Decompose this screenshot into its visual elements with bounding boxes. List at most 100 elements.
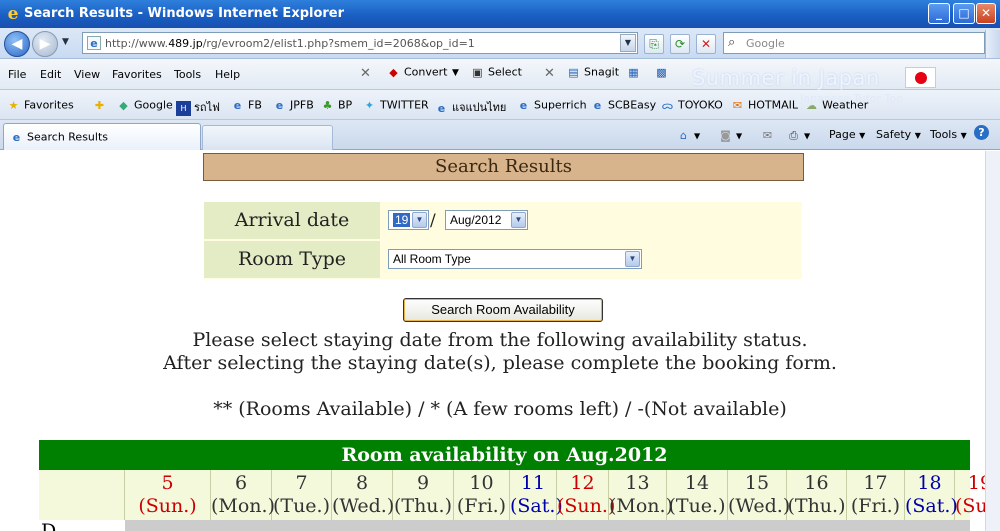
snagit-label: Snagit: [584, 65, 620, 79]
address-field[interactable]: e http://www.489.jp/rg/evroom2/elist1.ph…: [82, 32, 638, 54]
feeds-icon[interactable]: ◙ ▼: [718, 128, 742, 143]
calendar-day-number: 17: [863, 472, 888, 494]
window-title: Search Results - Windows Internet Explor…: [24, 6, 345, 21]
fav-label: แจแปนไทย: [452, 101, 507, 114]
fav-hotmail[interactable]: ✉ HOTMAIL: [730, 98, 798, 113]
refresh-icon[interactable]: ⟳: [670, 34, 690, 54]
calendar-day-of-week: (Wed.): [332, 495, 395, 517]
capture-icon[interactable]: ▦: [626, 65, 644, 80]
snagit-button[interactable]: ▤ Snagit: [566, 65, 619, 80]
menu-tools[interactable]: Tools: [174, 68, 201, 81]
print-icon[interactable]: ⎙ ▼: [786, 128, 810, 143]
instruction-line-1: Please select staying date from the foll…: [192, 329, 808, 351]
address-dropdown-icon[interactable]: ▼: [620, 34, 636, 52]
fav-google[interactable]: ◆ Google: [116, 98, 173, 113]
hotmail-icon: ✉: [732, 99, 743, 112]
minimize-button[interactable]: _: [928, 3, 950, 24]
fav-twitter[interactable]: ✦ TWITTER: [362, 98, 429, 113]
calendar-day-number: 8: [355, 472, 369, 494]
menu-favorites[interactable]: Favorites: [112, 68, 162, 81]
close-toolbar-icon[interactable]: ✕: [360, 66, 371, 81]
arrival-date-label: Arrival date: [204, 202, 380, 239]
calendar-day-of-week: (Tue.): [668, 495, 726, 517]
ie-page-icon: e: [275, 99, 284, 112]
calendar-day-of-week: (Thu.): [393, 495, 452, 517]
menu-help[interactable]: Help: [215, 68, 240, 81]
room-type-select[interactable]: All Room Type ▼: [388, 249, 642, 269]
add-favorite-icon[interactable]: ✚: [92, 98, 110, 113]
select-label: Select: [488, 65, 522, 79]
convert-dropdown-icon[interactable]: ▼: [452, 68, 459, 78]
select-button[interactable]: ▣ Select: [470, 65, 522, 80]
home-icon[interactable]: ⌂ ▼: [676, 128, 700, 143]
calendar-day-of-week: (Wed.): [728, 495, 791, 517]
chevron-down-icon: ▼: [412, 212, 427, 228]
tab-search-results[interactable]: e Search Results: [3, 123, 201, 150]
toyoko-icon: ᯅ: [661, 99, 674, 112]
pdf-convert-icon: ◆: [389, 66, 398, 79]
calendar-day-number: 18: [917, 472, 942, 494]
back-button[interactable]: ◀: [4, 31, 30, 57]
history-dropdown-icon[interactable]: ▼: [62, 37, 69, 47]
forward-button[interactable]: ▶: [32, 31, 58, 57]
safety-menu-label: Safety: [876, 128, 912, 141]
calendar-day-of-week: (Sun.): [138, 495, 197, 517]
select-icon: ▣: [472, 66, 483, 79]
page-scrollbar[interactable]: [985, 151, 1000, 531]
calendar-day-row: 5 (Sun.) 6 (Mon.) 7 (Tue.) 8 (Wed.) 9 (Thu.) 10 (Fr…: [39, 470, 1000, 520]
page-menu[interactable]: Page ▼: [829, 128, 865, 141]
google-icon: ◆: [119, 99, 128, 112]
fav-label: SCBEasy: [608, 98, 657, 112]
fav-jpfb[interactable]: e JPFB: [272, 98, 314, 113]
twitter-icon: ✦: [364, 99, 375, 112]
calendar-day-cell: 11 (Sat.): [510, 470, 563, 520]
favorites-button[interactable]: ★ Favorites: [6, 98, 74, 113]
maximize-button[interactable]: □: [953, 3, 975, 24]
calendar-day-cell: 9 (Thu.): [393, 470, 454, 520]
fav-bp[interactable]: ♣ BP: [320, 98, 353, 113]
new-tab-button[interactable]: [202, 125, 333, 150]
safety-menu[interactable]: Safety ▼: [876, 128, 921, 141]
menu-file[interactable]: File: [8, 68, 26, 81]
calendar-day-number: 10: [469, 472, 494, 494]
menu-view[interactable]: View: [74, 68, 100, 81]
url-prefix: http://www.: [105, 37, 169, 50]
calendar-day-of-week: (Fri.): [456, 495, 507, 517]
help-icon[interactable]: ?: [974, 125, 992, 140]
calendar-day-of-week: (Sat.): [510, 495, 563, 517]
fav-japanthai[interactable]: e แจแปนไทย: [434, 98, 507, 116]
compatibility-icon[interactable]: ⎘: [644, 34, 664, 54]
fav-train[interactable]: H รถไฟ: [176, 98, 220, 116]
search-placeholder: Google: [746, 37, 785, 50]
ie-page-icon: e: [519, 99, 528, 112]
room-type-value: All Room Type: [393, 252, 471, 266]
arrival-month-select[interactable]: Aug/2012 ▼: [445, 210, 528, 230]
convert-button[interactable]: ◆ Convert: [386, 65, 448, 80]
date-separator: /: [430, 211, 436, 231]
calendar-day-number: 15: [744, 472, 770, 494]
fav-superrich[interactable]: e Superrich: [516, 98, 587, 113]
calendar-day-cell: 5 (Sun.): [125, 470, 211, 520]
tools-menu[interactable]: Tools ▼: [930, 128, 967, 141]
close-button[interactable]: ✕: [976, 3, 996, 24]
close-toolbar-2-icon[interactable]: ✕: [544, 66, 555, 81]
fav-toyoko[interactable]: ᯅ TOYOKO: [660, 98, 723, 113]
arrival-day-select[interactable]: 19 ▼: [388, 210, 429, 230]
calendar-day-number: 7: [295, 472, 308, 494]
convert-label: Convert: [404, 65, 448, 79]
fav-fb[interactable]: e FB: [230, 98, 262, 113]
calendar-day-number: 9: [416, 472, 430, 494]
calendar-day-cell: 8 (Wed.): [332, 470, 395, 520]
stop-icon[interactable]: ✕: [696, 34, 716, 54]
cactus-icon: ♣: [322, 99, 333, 112]
search-room-availability-button[interactable]: Search Room Availability: [403, 298, 603, 322]
search-input[interactable]: ⌕ Google: [723, 32, 985, 54]
capture-options-icon[interactable]: ▩: [654, 65, 672, 80]
page-menu-label: Page: [829, 128, 856, 141]
fav-scbeasy[interactable]: e SCBEasy: [590, 98, 656, 113]
mail-icon[interactable]: ✉: [760, 128, 778, 143]
instruction-line-2: After selecting the staying date(s), ple…: [163, 352, 837, 374]
menu-edit[interactable]: Edit: [40, 68, 61, 81]
fav-label: TOYOKO: [678, 98, 723, 112]
calendar-day-cell: 12 (Sun.): [557, 470, 615, 520]
